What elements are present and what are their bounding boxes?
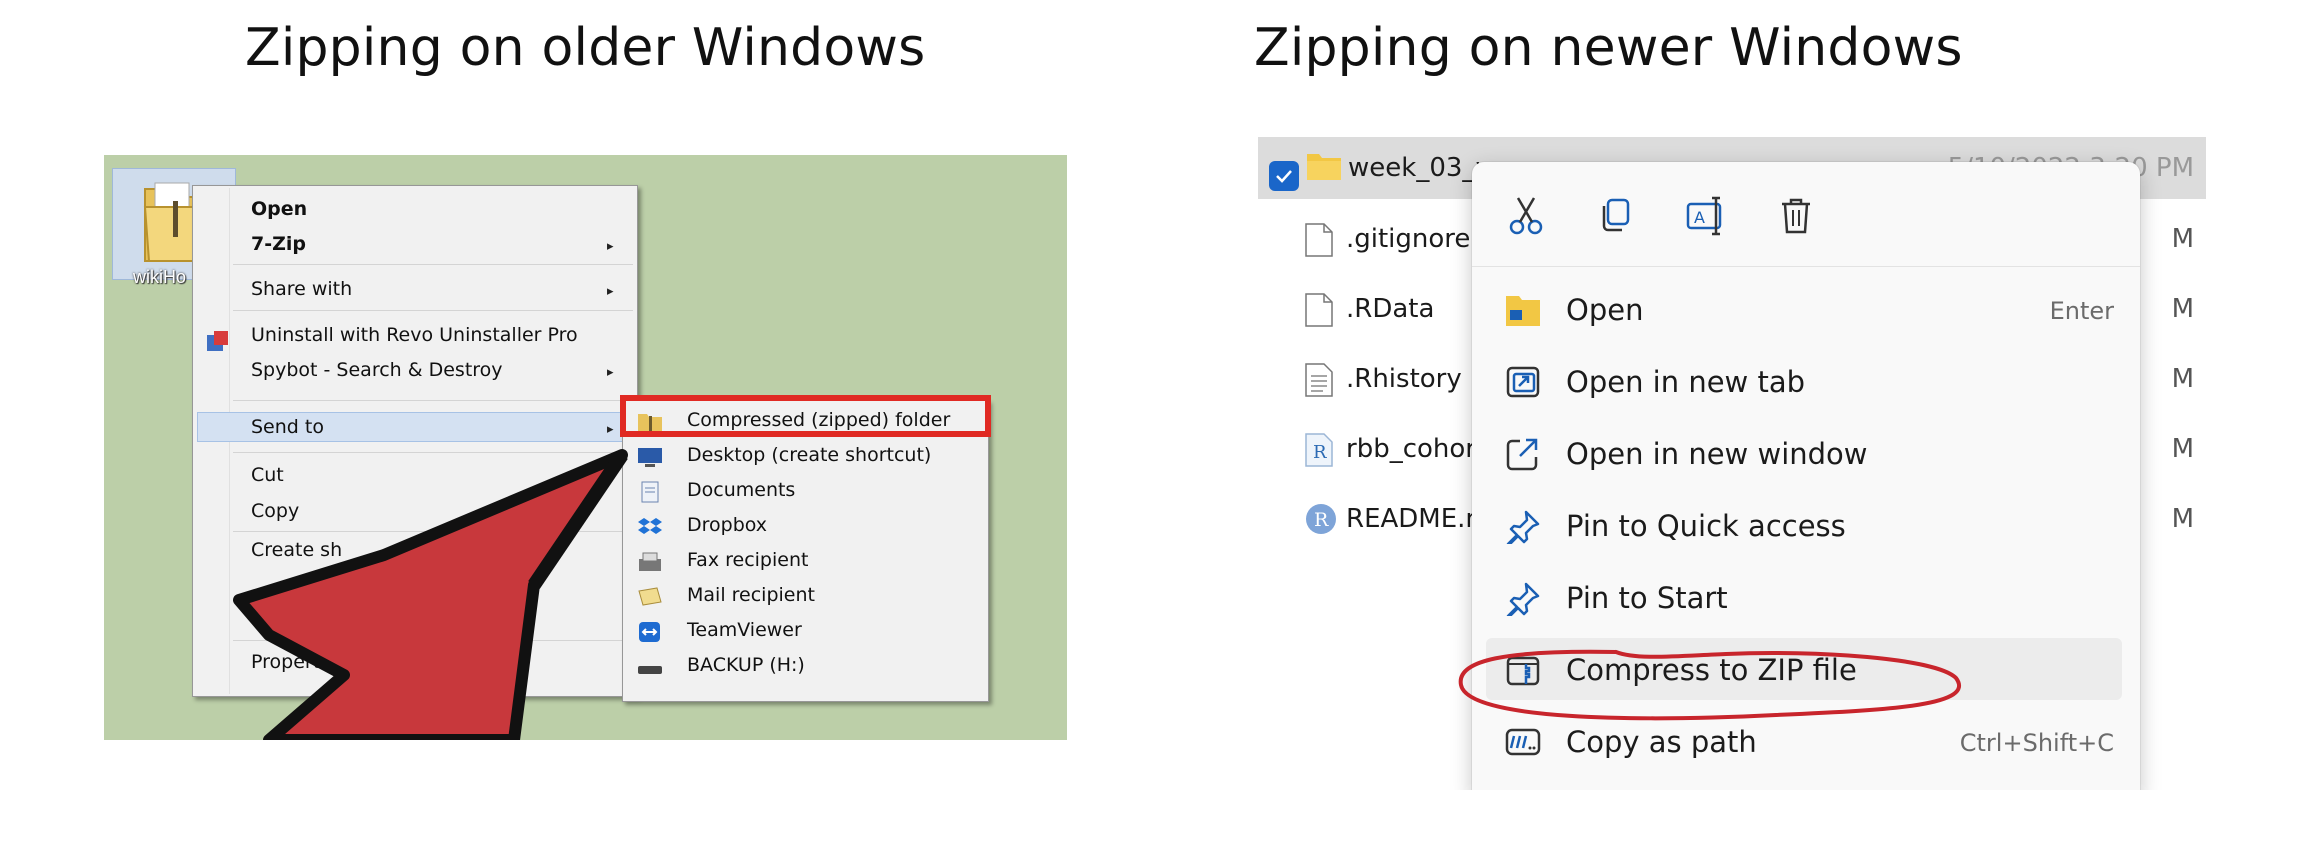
file-name: rbb_cohort [1346, 434, 1487, 464]
row-checkbox[interactable] [1269, 161, 1299, 191]
file-icon [1305, 223, 1333, 257]
r-script-icon: R [1305, 433, 1333, 467]
delete-icon[interactable] [1772, 192, 1820, 240]
file-name: README.m [1346, 504, 1491, 534]
menu-item-shortcut: Enter [2049, 297, 2114, 325]
checkmark-icon [1276, 170, 1292, 183]
menu-item-open[interactable]: Open Enter [1486, 278, 2122, 340]
red-pointer-arrow-icon [233, 449, 628, 740]
menu-item-label: Pin to Start [1566, 581, 1728, 615]
cut-icon[interactable] [1502, 192, 1550, 240]
menu-item-label: Open in new tab [1566, 365, 1806, 399]
older-windows-screenshot: wikiHo Open 7-Zip ▸ Share with ▸ Uninsta… [104, 155, 1067, 740]
menu-item-label: Open [1566, 293, 1644, 327]
new-context-menu: A Open Enter Open in new tab Open in new… [1472, 162, 2140, 790]
file-name: .RData [1346, 294, 1435, 324]
menu-item-compress-zip[interactable]: Compress to ZIP file [1486, 638, 2122, 700]
copy-icon[interactable] [1592, 192, 1640, 240]
new-tab-icon [1506, 366, 1540, 398]
menu-item-open-new-tab[interactable]: Open in new tab [1486, 350, 2122, 412]
svg-text:R: R [1313, 442, 1327, 463]
file-date: M [2171, 364, 2194, 394]
file-name: .Rhistory [1346, 364, 1462, 394]
pin-icon [1506, 582, 1540, 616]
menu-item-pin-start[interactable]: Pin to Start [1486, 566, 2122, 628]
menu-item-pin-quick-access[interactable]: Pin to Quick access [1486, 494, 2122, 556]
menu-item-label: Compress to ZIP file [1566, 653, 1857, 687]
svg-text:R: R [1314, 509, 1329, 531]
rename-icon[interactable]: A [1682, 192, 1730, 240]
new-window-icon [1506, 438, 1538, 471]
menu-item-label: Copy as path [1566, 725, 1757, 759]
file-date: M [2171, 294, 2194, 324]
file-icon [1305, 293, 1333, 327]
menu-item-shortcut: Ctrl+Shift+C [1959, 729, 2114, 757]
zip-icon [1506, 656, 1540, 686]
folder-open-icon [1506, 296, 1540, 326]
svg-text:A: A [1694, 208, 1705, 227]
path-icon [1505, 728, 1541, 756]
pin-icon [1506, 510, 1540, 544]
quick-actions-bar: A [1472, 162, 2140, 262]
menu-item-open-new-window[interactable]: Open in new window [1486, 422, 2122, 484]
menu-separator [1472, 266, 2140, 267]
menu-item-copy-as-path[interactable]: Copy as path Ctrl+Shift+C [1486, 710, 2122, 772]
folder-icon [1307, 154, 1341, 180]
menu-item-label: Pin to Quick access [1566, 509, 1846, 543]
file-date: M [2171, 434, 2194, 464]
r-markdown-icon: R [1306, 504, 1336, 534]
menu-item-label: Open in new window [1566, 437, 1868, 471]
text-file-icon [1305, 363, 1333, 397]
title-older-windows: Zipping on older Windows [245, 18, 926, 78]
title-newer-windows: Zipping on newer Windows [1254, 18, 1963, 78]
file-name: .gitignore [1346, 224, 1471, 254]
newer-windows-screenshot: week_03_w 5/10/2022 3:20 PM .gitignore M… [1256, 130, 2206, 790]
file-date: M [2171, 224, 2194, 254]
file-date: M [2171, 504, 2194, 534]
